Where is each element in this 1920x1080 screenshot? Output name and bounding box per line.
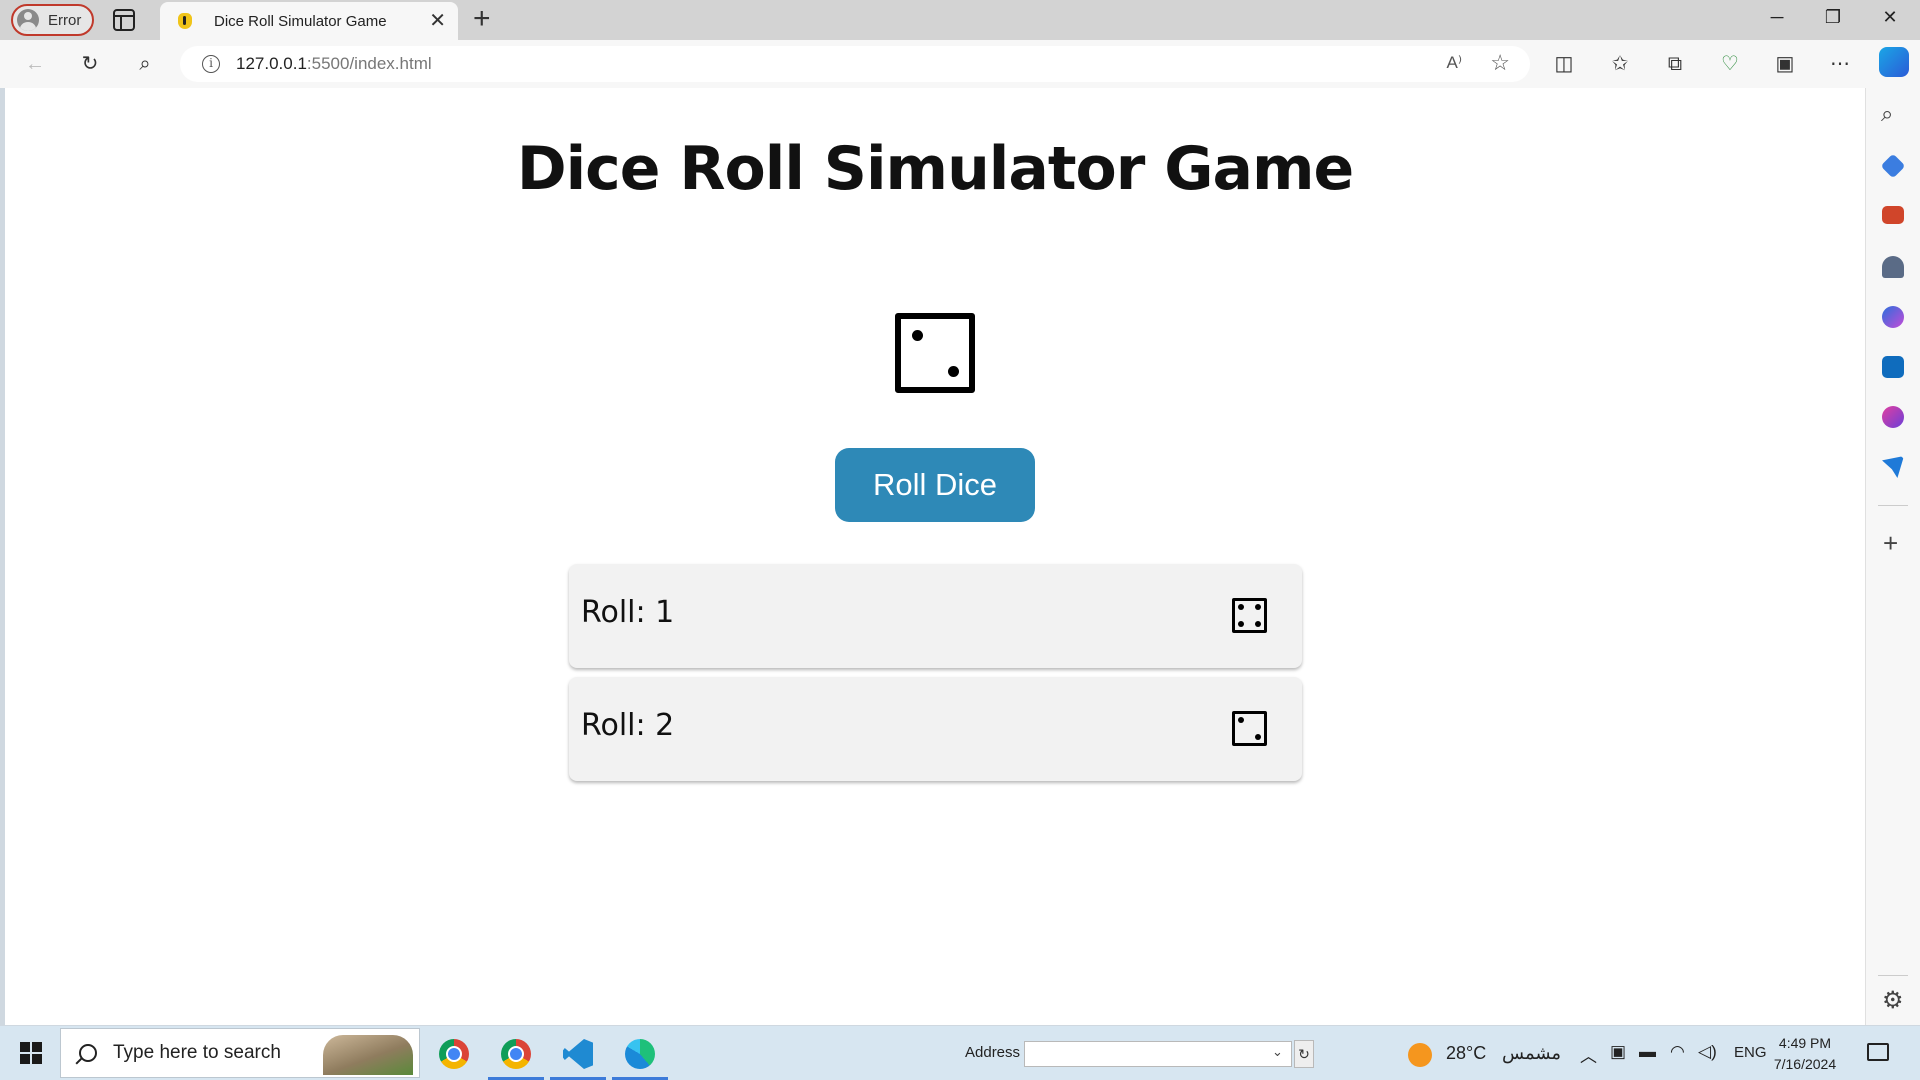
windows-start-icon[interactable]: [20, 1042, 42, 1064]
battery-icon[interactable]: ▬: [1639, 1042, 1656, 1062]
taskbar-clock[interactable]: 4:49 PM 7/16/2024: [1770, 1033, 1840, 1075]
workspaces-icon[interactable]: ▣: [1771, 50, 1799, 78]
dice-face-4-icon: [1232, 598, 1267, 633]
edge-taskbar-icon[interactable]: [612, 1034, 668, 1080]
roll-history-label: Roll: 2: [581, 708, 675, 743]
weather-condition[interactable]: مشمس: [1502, 1043, 1561, 1064]
die-pip: [1255, 734, 1261, 740]
url-text[interactable]: 127.0.0.1:5500/index.html: [236, 54, 432, 74]
wifi-icon[interactable]: ◠: [1670, 1042, 1685, 1062]
weather-sun-icon[interactable]: [1408, 1043, 1432, 1067]
profile-button[interactable]: Error: [11, 4, 94, 36]
chrome-taskbar-icon[interactable]: [488, 1034, 544, 1080]
address-go-icon[interactable]: ↻: [1294, 1040, 1314, 1068]
address-toolbar-input[interactable]: [1024, 1041, 1292, 1067]
tab-close-icon[interactable]: ✕: [429, 11, 446, 31]
page-viewport: Dice Roll Simulator Game Roll Dice Roll:…: [5, 88, 1865, 1025]
roll-history-label: Roll: 1: [581, 595, 675, 630]
roll-history-item: Roll: 2: [569, 677, 1302, 781]
close-window-button[interactable]: ✕: [1870, 7, 1910, 28]
dice-face-2-icon: [895, 313, 975, 393]
clock-time: 4:49 PM: [1778, 1035, 1832, 1051]
split-screen-icon[interactable]: ◫: [1550, 50, 1578, 78]
sidebar-add-icon[interactable]: +: [1883, 528, 1898, 559]
drop-icon[interactable]: [1882, 456, 1904, 478]
tools-icon[interactable]: [1882, 206, 1904, 224]
tab-title: Dice Roll Simulator Game: [214, 12, 387, 30]
clock-date: 7/16/2024: [1773, 1056, 1837, 1072]
sidebar-settings-icon[interactable]: ⚙: [1882, 986, 1904, 1015]
volume-icon[interactable]: ◁): [1698, 1042, 1717, 1062]
die-pip: [912, 330, 923, 341]
microsoft-365-icon[interactable]: [1882, 306, 1904, 328]
collections-icon[interactable]: ⧉: [1661, 50, 1689, 78]
taskbar-search-placeholder: Type here to search: [113, 1042, 281, 1063]
favorites-icon[interactable]: ✩: [1606, 50, 1634, 78]
roll-history-item: Roll: 1: [569, 564, 1302, 668]
back-arrow-icon[interactable]: ←: [21, 50, 49, 78]
browser-toolbar: ← ↻ ⌕ i 127.0.0.1:5500/index.html A⁾ ☆ ◫…: [0, 40, 1920, 88]
outlook-icon[interactable]: [1882, 356, 1904, 378]
new-tab-button[interactable]: +: [473, 4, 491, 34]
die-pip: [1238, 621, 1244, 627]
notifications-icon[interactable]: [1867, 1043, 1889, 1061]
weather-temperature[interactable]: 28°C: [1446, 1043, 1486, 1064]
designer-icon[interactable]: [1882, 406, 1904, 428]
language-indicator[interactable]: ENG: [1734, 1044, 1767, 1061]
copilot-icon[interactable]: [1879, 47, 1909, 77]
die-pip: [948, 366, 959, 377]
search-icon[interactable]: ⌕: [131, 50, 159, 78]
tab-actions-icon[interactable]: [113, 9, 135, 31]
minimize-button[interactable]: ─: [1757, 7, 1797, 28]
sidebar-divider: [1878, 505, 1908, 506]
windows-taskbar: Type here to search Address ⌄ ↻ 28°C مشم…: [0, 1026, 1920, 1080]
roll-dice-button[interactable]: Roll Dice: [835, 448, 1035, 522]
search-highlight-image: [323, 1035, 413, 1075]
browser-essentials-icon[interactable]: ♡: [1716, 50, 1744, 78]
vscode-taskbar-icon[interactable]: [550, 1034, 606, 1080]
edge-sidebar: ⌕ + ⚙: [1865, 88, 1920, 1025]
profile-avatar-icon: [17, 9, 39, 31]
browser-tab-strip: Error Dice Roll Simulator Game ✕ + ─ ❐ ✕: [0, 0, 1920, 40]
sidebar-divider: [1878, 975, 1908, 976]
chevron-down-icon[interactable]: ⌄: [1272, 1044, 1283, 1060]
site-favicon-icon: [178, 13, 192, 29]
taskbar-search-input[interactable]: Type here to search: [60, 1028, 420, 1078]
chrome-taskbar-icon[interactable]: [434, 1034, 474, 1074]
search-icon: [79, 1044, 97, 1062]
chevron-up-icon[interactable]: ︿: [1580, 1042, 1597, 1067]
die-pip: [1255, 604, 1261, 610]
die-pip: [1238, 604, 1244, 610]
games-icon[interactable]: [1882, 256, 1904, 278]
site-info-icon[interactable]: i: [202, 55, 220, 73]
dice-face-2-icon: [1232, 711, 1267, 746]
address-toolbar-label: Address: [965, 1044, 1021, 1061]
more-options-icon[interactable]: ⋯: [1826, 50, 1854, 78]
die-pip: [1238, 717, 1244, 723]
die-pip: [1255, 621, 1261, 627]
sidebar-search-icon[interactable]: ⌕: [1881, 101, 1893, 127]
shopping-tag-icon[interactable]: [1880, 153, 1906, 179]
profile-label: Error: [48, 11, 82, 29]
address-bar[interactable]: i 127.0.0.1:5500/index.html A⁾ ☆: [180, 46, 1530, 82]
page-title: Dice Roll Simulator Game: [516, 134, 1354, 204]
tab-active[interactable]: Dice Roll Simulator Game ✕: [160, 2, 458, 40]
defender-icon[interactable]: ▣: [1610, 1042, 1626, 1062]
maximize-button[interactable]: ❐: [1813, 7, 1853, 28]
refresh-icon[interactable]: ↻: [76, 50, 104, 78]
read-aloud-icon[interactable]: A⁾: [1446, 53, 1462, 73]
favorite-star-icon[interactable]: ☆: [1490, 50, 1510, 76]
